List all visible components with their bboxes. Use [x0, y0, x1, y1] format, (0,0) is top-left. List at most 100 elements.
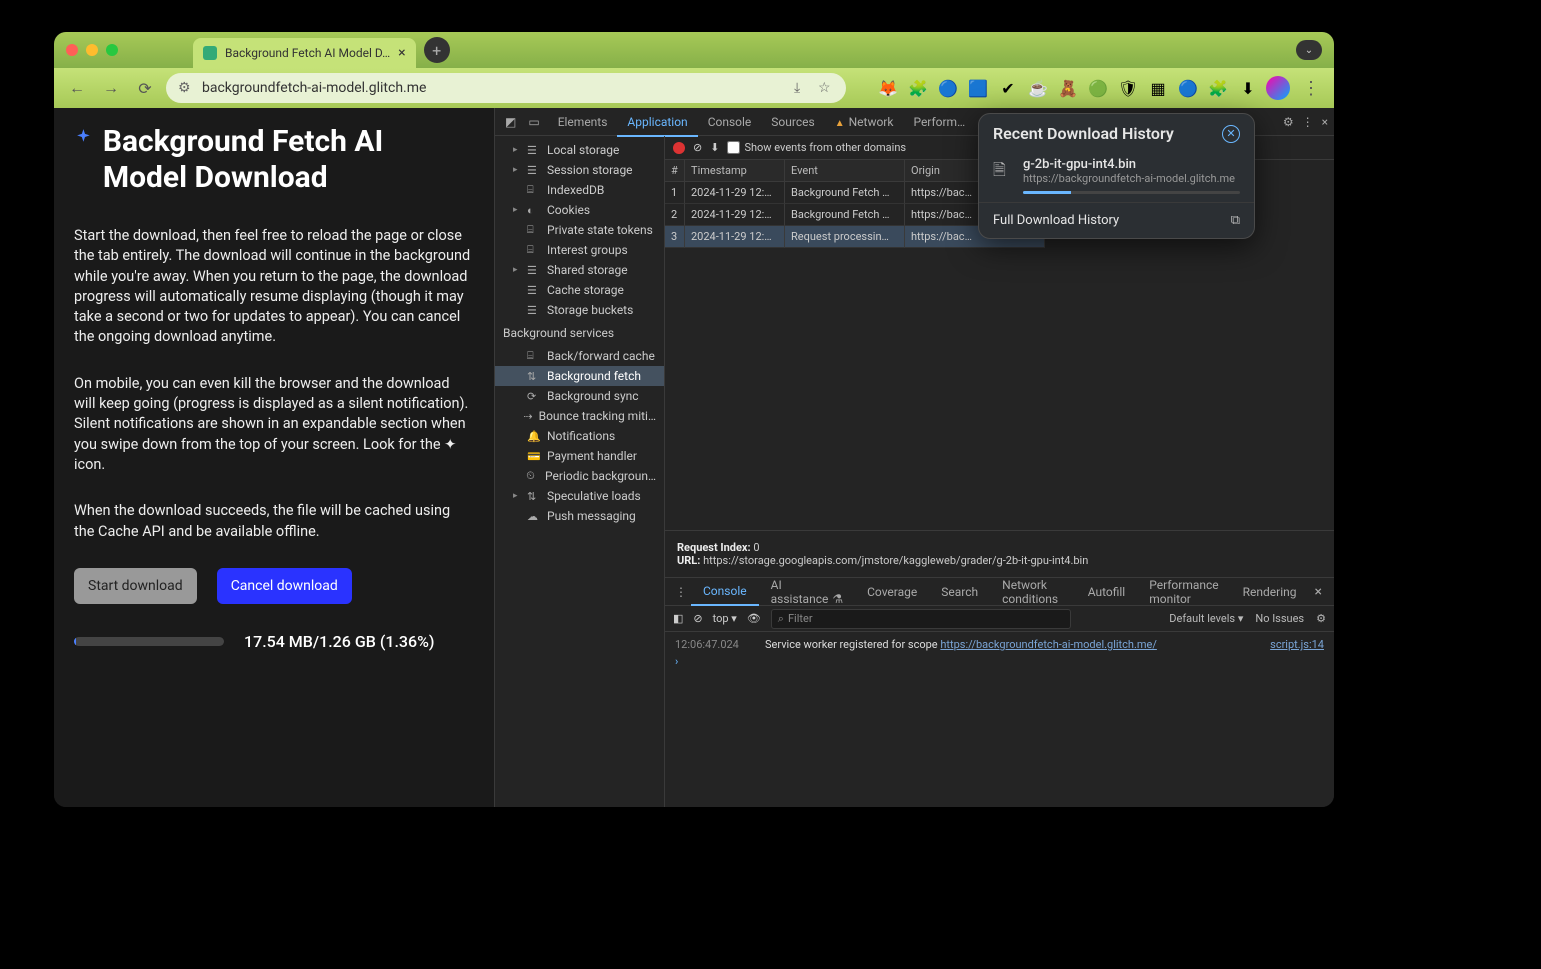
extension-icon[interactable]: 🧩 [908, 78, 928, 98]
table-header[interactable]: # [665, 160, 685, 182]
drawer-close-icon[interactable]: × [1309, 584, 1328, 600]
sidebar-item[interactable]: ▸⇅Speculative loads [495, 486, 664, 506]
popup-close-icon[interactable]: ✕ [1222, 125, 1240, 143]
start-download-button[interactable]: Start download [74, 568, 197, 604]
profile-avatar[interactable] [1266, 76, 1290, 100]
devtools-tab-application[interactable]: Application [617, 109, 697, 137]
extension-icon[interactable]: ⬇ [1238, 78, 1258, 98]
extension-icon[interactable]: 🔵 [938, 78, 958, 98]
window-close[interactable] [66, 44, 78, 56]
sidebar-item[interactable]: ⏲Periodic backgroun… [495, 466, 664, 486]
back-button[interactable]: ← [64, 75, 90, 101]
drawer-tab[interactable]: Search [929, 579, 990, 605]
table-header[interactable]: Timestamp [685, 160, 785, 182]
browser-tab[interactable]: Background Fetch AI Model D… × [193, 38, 416, 68]
table-cell[interactable]: 3 [665, 226, 685, 248]
sidebar-item[interactable]: ▸☰Shared storage [495, 260, 664, 280]
table-cell[interactable]: Background Fetch … [785, 182, 905, 204]
sidebar-item[interactable]: ☰Storage buckets [495, 300, 664, 320]
show-other-domains-checkbox[interactable]: Show events from other domains [727, 141, 906, 154]
sidebar-item[interactable]: ▸◐Cookies [495, 200, 664, 220]
drawer-more-icon[interactable]: ⋮ [671, 579, 691, 605]
checkbox-label: Show events from other domains [744, 141, 906, 154]
table-cell[interactable]: Request processin… [785, 226, 905, 248]
sidebar-item[interactable]: 💳Payment handler [495, 446, 664, 466]
sidebar-item[interactable]: ⌸IndexedDB [495, 180, 664, 200]
extension-icon[interactable]: ▦ [1148, 78, 1168, 98]
table-cell[interactable]: 2024-11-29 12:… [685, 226, 785, 248]
sidebar-item[interactable]: 🔔Notifications [495, 426, 664, 446]
forward-button[interactable]: → [98, 75, 124, 101]
tab-overflow-button[interactable]: ⌄ [1296, 40, 1322, 60]
sidebar-item[interactable]: ⟳Background sync [495, 386, 664, 406]
new-tab-button[interactable]: + [424, 37, 450, 63]
page-paragraph: Start the download, then feel free to re… [74, 226, 474, 348]
device-toggle-icon[interactable]: ▭ [524, 109, 543, 135]
devtools-settings-icon[interactable]: ⚙ [1283, 115, 1294, 129]
extension-icon[interactable]: 🧩 [1208, 78, 1228, 98]
bookmark-star-icon[interactable]: ☆ [818, 80, 834, 96]
sidebar-toggle-icon[interactable]: ◧ [673, 612, 683, 625]
table-cell[interactable]: Background Fetch … [785, 204, 905, 226]
table-cell[interactable]: 1 [665, 182, 685, 204]
devtools-tab-perform…[interactable]: Perform… [903, 109, 975, 135]
table-cell[interactable]: 2 [665, 204, 685, 226]
extension-icon[interactable]: 🔵 [1178, 78, 1198, 98]
reload-button[interactable]: ⟳ [132, 75, 158, 101]
sidebar-item[interactable]: ⌸Back/forward cache [495, 346, 664, 366]
window-zoom[interactable] [106, 44, 118, 56]
devtools-tab-network[interactable]: Network [825, 109, 904, 135]
clear-console-icon[interactable]: ⊘ [693, 612, 702, 625]
chrome-menu-icon[interactable]: ⋮ [1298, 78, 1324, 99]
table-header[interactable]: Event [785, 160, 905, 182]
drawer-tab[interactable]: Rendering [1231, 579, 1309, 605]
context-selector[interactable]: top ▾ [713, 612, 737, 625]
window-minimize[interactable] [86, 44, 98, 56]
log-source[interactable]: script.js:14 [1270, 638, 1324, 651]
install-pwa-icon[interactable]: ⤓ [794, 80, 810, 96]
sidebar-item[interactable]: ⌸Private state tokens [495, 220, 664, 240]
extension-icon[interactable]: ✔ [998, 78, 1018, 98]
inspect-icon[interactable]: ◩ [501, 109, 520, 135]
devtools-tab-console[interactable]: Console [698, 109, 762, 135]
tab-close-icon[interactable]: × [398, 45, 405, 61]
download-button[interactable]: ⬇ [710, 141, 719, 154]
extension-icon[interactable]: 🛡 [1118, 78, 1138, 98]
console-settings-icon[interactable]: ⚙ [1316, 612, 1326, 625]
cancel-download-button[interactable]: Cancel download [217, 568, 352, 604]
extension-icon[interactable]: 🟢 [1088, 78, 1108, 98]
sidebar-item[interactable]: ⇅Background fetch [495, 366, 664, 386]
devtools-tab-sources[interactable]: Sources [761, 109, 824, 135]
checkbox[interactable] [727, 141, 740, 154]
devtools-tab-elements[interactable]: Elements [548, 109, 618, 135]
sidebar-item[interactable]: ⌸Interest groups [495, 240, 664, 260]
table-cell[interactable]: 2024-11-29 12:… [685, 204, 785, 226]
table-cell[interactable]: 2024-11-29 12:… [685, 182, 785, 204]
console-filter[interactable]: ⌕Filter [771, 609, 1071, 629]
sidebar-item[interactable]: ☰Cache storage [495, 280, 664, 300]
record-button[interactable] [673, 142, 685, 154]
drawer-tab[interactable]: Autofill [1076, 579, 1138, 605]
sidebar-item[interactable]: ☁Push messaging [495, 506, 664, 526]
devtools-close-icon[interactable]: × [1322, 115, 1328, 129]
console-prompt[interactable]: › [665, 653, 1334, 670]
extension-icon[interactable]: 🟦 [968, 78, 988, 98]
omnibox[interactable]: ⚙ backgroundfetch-ai-model.glitch.me ⤓ ☆ [166, 73, 846, 103]
site-settings-icon[interactable]: ⚙ [178, 80, 194, 96]
log-levels-selector[interactable]: Default levels ▾ [1169, 612, 1243, 625]
sidebar-item[interactable]: ▸☰Local storage [495, 140, 664, 160]
drawer-tab[interactable]: Coverage [855, 579, 929, 605]
full-history-link[interactable]: Full Download History ⧉ [979, 202, 1254, 238]
issues-badge[interactable]: No Issues [1255, 612, 1304, 625]
devtools-more-icon[interactable]: ⋮ [1302, 115, 1314, 129]
extension-icon[interactable]: 🧸 [1058, 78, 1078, 98]
extension-icon[interactable]: ☕ [1028, 78, 1048, 98]
sidebar-item[interactable]: ⇢Bounce tracking miti… [495, 406, 664, 426]
extension-icon[interactable]: 🦊 [878, 78, 898, 98]
download-item[interactable]: 🗎 g-2b-it-gpu-int4.bin https://backgroun… [979, 151, 1254, 202]
log-link[interactable]: https://backgroundfetch-ai-model.glitch.… [940, 638, 1157, 651]
sidebar-item[interactable]: ▸☰Session storage [495, 160, 664, 180]
live-expression-icon[interactable]: 👁 [747, 612, 761, 625]
drawer-tab[interactable]: Console [691, 578, 759, 606]
clear-button[interactable]: ⊘ [693, 141, 702, 154]
